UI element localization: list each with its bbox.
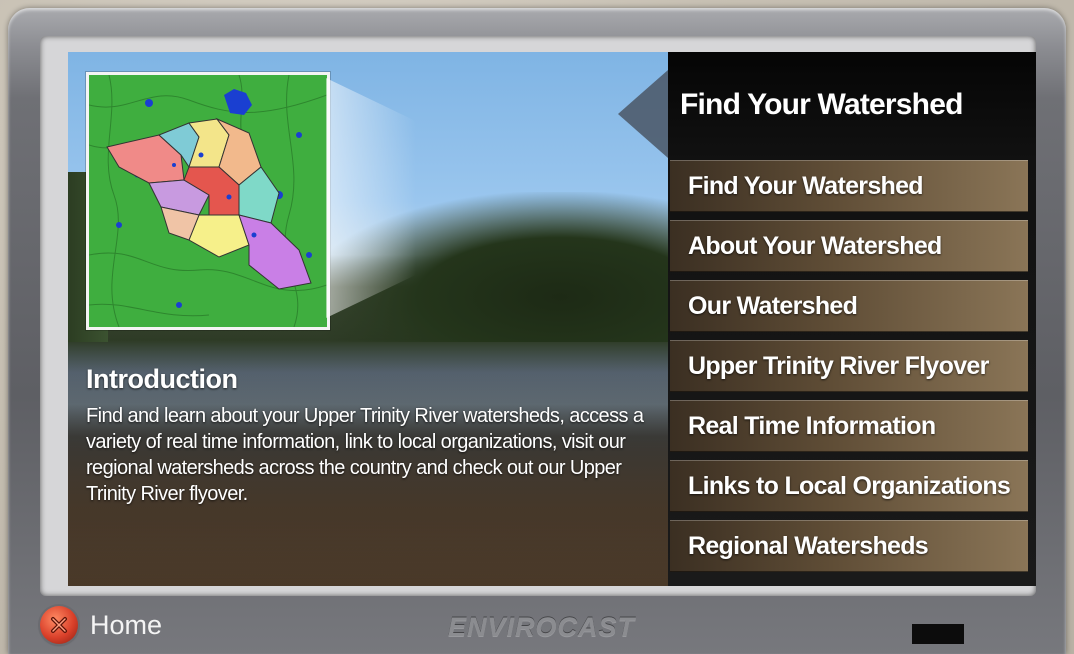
x-glyph [51,617,67,633]
intro-heading: Introduction [86,364,238,394]
home-label[interactable]: Home [90,610,162,641]
intro-section: Introduction Find and learn about your U… [86,364,666,507]
panel-pointer [618,70,668,158]
brand-logo: ENVIROCAST [448,612,636,642]
watershed-map[interactable] [86,72,330,330]
nav-menu: Find Your Watershed About Your Watershed… [670,160,1028,580]
nav-item-links[interactable]: Links to Local Organizations [670,460,1028,512]
home-button[interactable]: Home [40,606,162,644]
screen: Introduction Find and learn about your U… [68,52,1036,586]
nav-item-real-time-information[interactable]: Real Time Information [670,400,1028,452]
status-indicator [912,624,964,644]
intro-body: Find and learn about your Upper Trinity … [86,405,644,505]
panel-title: Find Your Watershed [680,88,963,121]
nav-item-find-your-watershed[interactable]: Find Your Watershed [670,160,1028,212]
close-x-icon[interactable] [40,606,78,644]
watershed-map-graphic [89,75,327,327]
nav-item-our-watershed[interactable]: Our Watershed [670,280,1028,332]
nav-item-flyover[interactable]: Upper Trinity River Flyover [670,340,1028,392]
nav-item-regional-watersheds[interactable]: Regional Watersheds [670,520,1028,572]
nav-item-about-your-watershed[interactable]: About Your Watershed [670,220,1028,272]
